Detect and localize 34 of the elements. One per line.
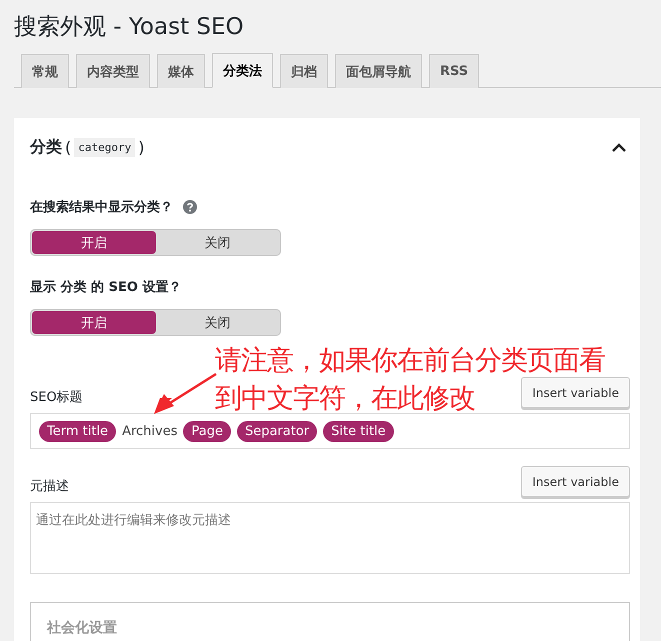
toggle-option[interactable]: 关闭: [156, 311, 279, 334]
page-title: 搜索外观 - Yoast SEO: [13, 13, 245, 42]
help-icon[interactable]: [183, 200, 197, 214]
tab[interactable]: 内容类型: [76, 54, 150, 88]
tab[interactable]: RSS: [429, 54, 480, 88]
paren: (: [65, 138, 72, 156]
variable-tag[interactable]: Separator: [236, 420, 318, 442]
toggle-option[interactable]: 开启: [32, 311, 156, 334]
variable-tag[interactable]: Page: [183, 420, 231, 442]
tab[interactable]: 媒体: [157, 54, 205, 88]
insert-variable-button[interactable]: Insert variable: [521, 466, 630, 497]
variable-tag[interactable]: Site title: [323, 420, 394, 442]
field-label: 元描述: [30, 478, 69, 496]
field-label: SEO标题: [30, 389, 83, 407]
variable-tag[interactable]: Term title: [39, 420, 116, 442]
taxonomy-slug: category: [74, 138, 136, 156]
toggle-option[interactable]: 关闭: [156, 231, 279, 254]
tab[interactable]: 面包屑导航: [335, 54, 422, 88]
toggle-option[interactable]: 开启: [32, 231, 156, 254]
chevron-icon[interactable]: [612, 142, 626, 152]
annotation-text: 请注意，如果你在前台分类页面看: [215, 344, 605, 378]
setting-label: 显示 分类 的 SEO 设置？: [30, 279, 182, 296]
title-text: Archives: [122, 424, 178, 438]
panel-title: 社会化设置: [47, 620, 117, 636]
insert-variable-button[interactable]: Insert variable: [521, 377, 630, 408]
annotation-text: 到中文字符，在此修改: [215, 382, 475, 416]
paren: ): [138, 138, 144, 156]
tab[interactable]: 归档: [280, 54, 328, 88]
section-title: 分类: [30, 136, 62, 158]
seo-title-field[interactable]: Term title Archives Page Separator Site title: [30, 413, 630, 449]
setting-label: 在搜索结果中显示分类？: [30, 198, 173, 216]
tab[interactable]: 分类法: [212, 53, 273, 88]
tab[interactable]: 常规: [21, 54, 69, 88]
meta-description-field[interactable]: 通过在此处进行编辑来修改元描述: [30, 502, 630, 574]
